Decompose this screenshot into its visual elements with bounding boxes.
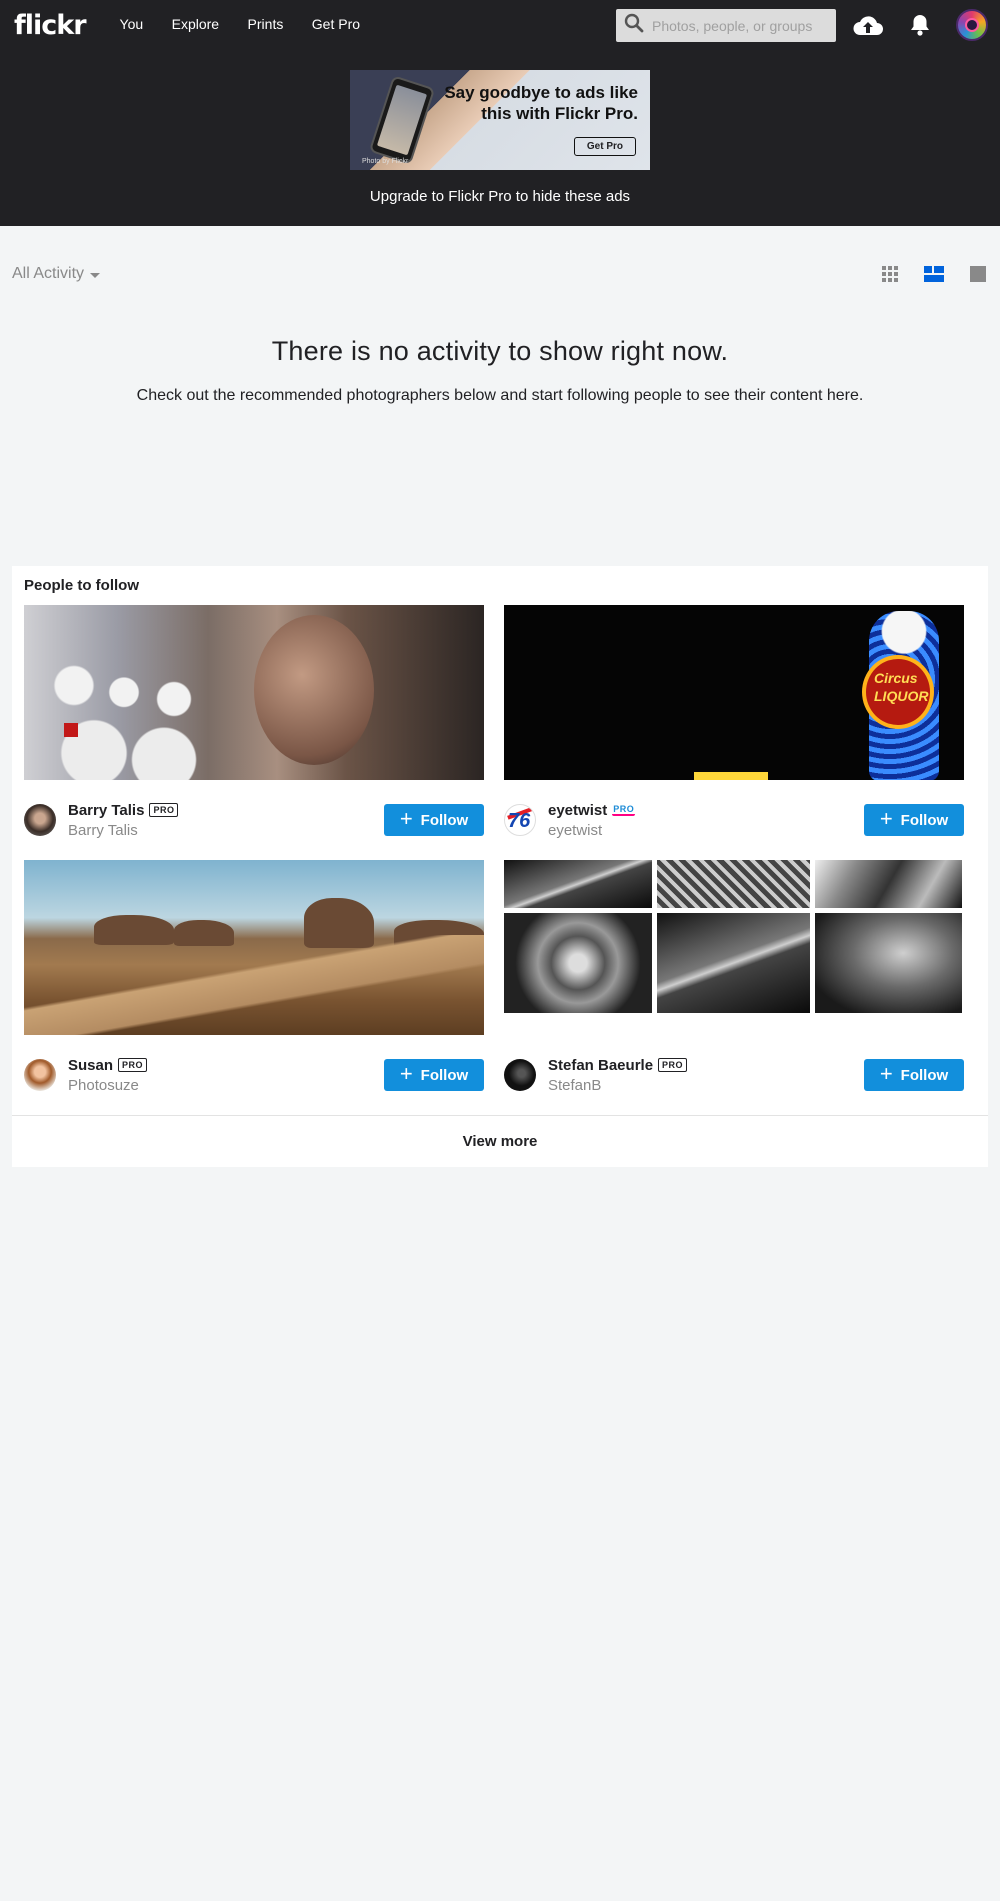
person-username: eyetwist bbox=[548, 821, 603, 839]
mosaic-photo[interactable] bbox=[504, 913, 652, 1013]
nav-prints[interactable]: Prints bbox=[248, 16, 284, 32]
ad-headline-line1: Say goodbye to ads like bbox=[444, 83, 638, 102]
cover-photo[interactable] bbox=[24, 860, 484, 1035]
grid-view-icon[interactable] bbox=[880, 264, 900, 284]
pro-badge: PRO bbox=[658, 1058, 688, 1072]
person-row: Susan PRO Photosuze + Follow bbox=[24, 1035, 484, 1115]
person-card: Barry Talis PRO Barry Talis + Follow bbox=[24, 605, 484, 860]
empty-title: There is no activity to show right now. bbox=[271, 336, 729, 366]
plus-icon: + bbox=[399, 806, 413, 831]
search-box[interactable] bbox=[616, 9, 836, 42]
phone-illustration bbox=[368, 75, 436, 165]
plus-icon: + bbox=[879, 806, 893, 831]
pro-ad-banner[interactable]: Say goodbye to ads like this with Flickr… bbox=[350, 70, 650, 170]
person-username: StefanB bbox=[548, 1076, 602, 1094]
person-name[interactable]: Susan bbox=[68, 1057, 113, 1074]
ad-get-pro-button[interactable]: Get Pro bbox=[573, 137, 636, 156]
person-row: Stefan Baeurle PRO StefanB + Follow bbox=[504, 1035, 964, 1115]
top-icons bbox=[852, 8, 988, 42]
plus-icon: + bbox=[399, 1061, 413, 1086]
magazine-view-icon[interactable] bbox=[924, 264, 944, 284]
empty-text: Check out the recommended photographers … bbox=[136, 387, 864, 404]
person-name[interactable]: Barry Talis bbox=[68, 802, 144, 819]
single-view-icon[interactable] bbox=[968, 264, 988, 284]
avatar[interactable] bbox=[24, 1059, 56, 1091]
pro-badge: PRO bbox=[612, 804, 636, 816]
person-row: 76 eyetwist PRO eyetwist + Follow bbox=[504, 780, 964, 860]
follow-label: Follow bbox=[900, 1066, 949, 1084]
view-more-button[interactable]: View more bbox=[12, 1115, 988, 1167]
follow-label: Follow bbox=[420, 811, 469, 829]
neon-sign-text: Circus LIQUOR bbox=[874, 670, 929, 704]
person-name[interactable]: Stefan Baeurle bbox=[548, 1057, 653, 1074]
cover-photo[interactable] bbox=[504, 860, 964, 1035]
people-grid: Barry Talis PRO Barry Talis + Follow Circu… bbox=[12, 605, 988, 1115]
upload-cloud-icon[interactable] bbox=[852, 8, 884, 42]
follow-label: Follow bbox=[900, 811, 949, 829]
chevron-down-icon bbox=[90, 272, 101, 278]
follow-button[interactable]: + Follow bbox=[864, 804, 964, 836]
people-to-follow: People to follow Barry Talis PRO Barry Ta… bbox=[12, 566, 988, 1167]
activity-toolbar: All Activity bbox=[0, 226, 1000, 322]
follow-button[interactable]: + Follow bbox=[384, 804, 484, 836]
search-input[interactable] bbox=[652, 17, 822, 34]
follow-label: Follow bbox=[420, 1066, 469, 1084]
flickr-logo[interactable]: flickr bbox=[14, 10, 87, 41]
avatar[interactable] bbox=[504, 1059, 536, 1091]
bell-icon[interactable] bbox=[904, 8, 936, 42]
follow-button[interactable]: + Follow bbox=[864, 1059, 964, 1091]
person-card: Susan PRO Photosuze + Follow bbox=[24, 860, 484, 1115]
people-to-follow-title: People to follow bbox=[24, 577, 139, 594]
search-icon[interactable] bbox=[624, 13, 644, 38]
ad-credit: Photo by Flickr bbox=[362, 158, 409, 165]
person-card: Circus LIQUOR 76 eyetwist PRO eyetwist + F… bbox=[504, 605, 964, 860]
ad-headline: Say goodbye to ads like this with Flickr… bbox=[444, 82, 638, 124]
cover-photo[interactable]: Circus LIQUOR bbox=[504, 605, 964, 780]
mosaic-photo[interactable] bbox=[815, 913, 962, 1013]
user-avatar[interactable] bbox=[956, 9, 988, 41]
pro-badge: PRO bbox=[149, 803, 179, 817]
upgrade-link[interactable]: Upgrade to Flickr Pro to hide these ads bbox=[370, 188, 630, 205]
ad-section: Say goodbye to ads like this with Flickr… bbox=[0, 50, 1000, 226]
person-card: Stefan Baeurle PRO StefanB + Follow bbox=[504, 860, 964, 1115]
top-nav: flickr You Explore Prints Get Pro bbox=[0, 0, 1000, 50]
nav-get-pro[interactable]: Get Pro bbox=[312, 16, 360, 32]
activity-filter-label: All Activity bbox=[12, 265, 85, 282]
mosaic-photo[interactable] bbox=[815, 860, 962, 908]
person-username: Barry Talis bbox=[68, 821, 138, 839]
follow-button[interactable]: + Follow bbox=[384, 1059, 484, 1091]
person-name[interactable]: eyetwist bbox=[548, 802, 607, 819]
mosaic-photo[interactable] bbox=[504, 860, 652, 908]
pro-badge: PRO bbox=[118, 1058, 148, 1072]
cover-photo[interactable] bbox=[24, 605, 484, 780]
ad-headline-line2: this with Flickr Pro. bbox=[481, 104, 638, 123]
person-row: Barry Talis PRO Barry Talis + Follow bbox=[24, 780, 484, 860]
nav-explore[interactable]: Explore bbox=[172, 16, 219, 32]
nav-you[interactable]: You bbox=[120, 16, 144, 32]
empty-activity: There is no activity to show right now. … bbox=[0, 322, 1000, 566]
activity-filter-dropdown[interactable]: All Activity bbox=[12, 265, 101, 283]
mosaic-photo[interactable] bbox=[657, 860, 810, 908]
mosaic-photo[interactable] bbox=[657, 913, 810, 1013]
plus-icon: + bbox=[879, 1061, 893, 1086]
person-username: Photosuze bbox=[68, 1076, 139, 1094]
view-switcher bbox=[880, 264, 988, 284]
avatar[interactable]: 76 bbox=[504, 804, 536, 836]
avatar[interactable] bbox=[24, 804, 56, 836]
photo-mosaic bbox=[504, 860, 964, 1013]
avatar-text: 76 bbox=[508, 810, 531, 832]
main-nav: You Explore Prints Get Pro bbox=[106, 16, 371, 34]
